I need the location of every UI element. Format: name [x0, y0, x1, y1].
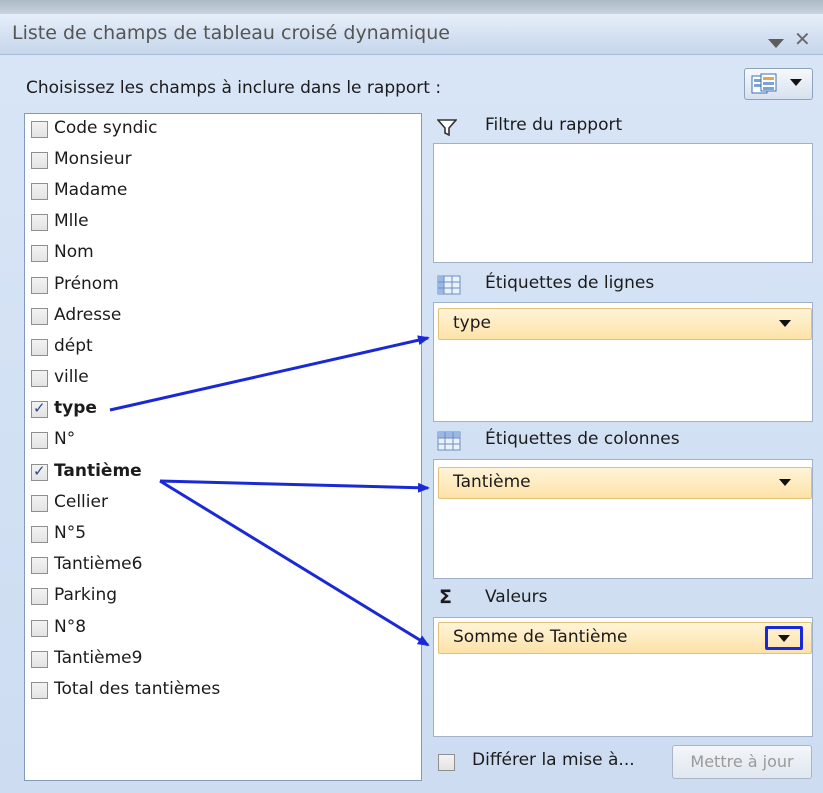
field-label: Prénom	[54, 274, 119, 294]
field-checkbox[interactable]	[31, 432, 48, 449]
columns-field-label: Tantième	[453, 472, 531, 492]
row-grid-icon	[437, 275, 461, 295]
close-icon[interactable]: ✕	[794, 27, 811, 51]
field-label: N°5	[54, 523, 87, 543]
field-checkbox[interactable]	[31, 682, 48, 699]
field-item[interactable]: Madame	[25, 179, 405, 207]
field-label: N°	[54, 429, 76, 449]
field-item[interactable]: Tantième9	[25, 647, 405, 675]
defer-update-checkbox[interactable]	[438, 754, 455, 771]
defer-update-label: Différer la mise à...	[472, 750, 635, 770]
columns-area-header: Étiquettes de colonnes	[433, 427, 813, 455]
field-label: Tantième	[54, 461, 142, 481]
field-layout-icon	[751, 73, 777, 94]
field-item[interactable]: Monsieur	[25, 148, 405, 176]
field-label: Mlle	[54, 211, 89, 231]
field-label: ville	[54, 367, 89, 387]
values-field-chip[interactable]: Somme de Tantième	[438, 622, 812, 654]
field-item-tantieme[interactable]: ✓ Tantième	[25, 460, 405, 488]
filter-area-label: Filtre du rapport	[485, 115, 623, 135]
top-strip	[0, 0, 823, 14]
field-item[interactable]: Parking	[25, 584, 405, 612]
field-checkbox[interactable]	[31, 183, 48, 200]
field-layout-button[interactable]	[744, 68, 813, 100]
field-label: N°8	[54, 617, 87, 637]
field-checkbox[interactable]	[31, 277, 48, 294]
filter-drop-zone[interactable]	[433, 143, 813, 263]
pivot-field-list-pane: Liste de champs de tableau croisé dynami…	[0, 0, 823, 793]
field-list: Code syndic Monsieur Madame Mlle Nom Pré…	[24, 113, 422, 781]
field-item[interactable]: Code syndic	[25, 117, 405, 145]
chevron-down-icon[interactable]	[779, 320, 791, 327]
values-area-header: Σ Valeurs	[433, 585, 813, 613]
field-item[interactable]: dépt	[25, 335, 405, 363]
funnel-icon	[437, 119, 457, 137]
update-button-label: Mettre à jour	[690, 752, 794, 771]
field-checkbox[interactable]	[31, 245, 48, 262]
field-checkbox[interactable]	[31, 620, 48, 637]
field-item[interactable]: Cellier	[25, 491, 405, 519]
sigma-icon: Σ	[439, 586, 452, 608]
filter-area-header: Filtre du rapport	[433, 113, 813, 141]
field-label: Total des tantièmes	[54, 679, 221, 699]
field-checkbox[interactable]	[31, 152, 48, 169]
field-item[interactable]: Total des tantièmes	[25, 678, 405, 706]
field-label: Tantième6	[54, 554, 143, 574]
field-checkbox[interactable]	[31, 651, 48, 668]
chevron-down-icon	[778, 635, 790, 642]
field-item-type[interactable]: ✓ type	[25, 397, 405, 425]
field-label: Monsieur	[54, 149, 132, 169]
values-dropdown-button[interactable]	[765, 626, 803, 650]
field-label: Nom	[54, 242, 94, 262]
rows-field-chip[interactable]: type	[438, 308, 812, 340]
field-item[interactable]: N°5	[25, 522, 405, 550]
rows-field-label: type	[453, 313, 491, 333]
field-label: dépt	[54, 336, 93, 356]
values-field-label: Somme de Tantième	[453, 627, 628, 647]
field-checkbox[interactable]	[31, 495, 48, 512]
field-item[interactable]: N°	[25, 428, 405, 456]
field-checkbox-checked[interactable]: ✓	[31, 462, 48, 481]
columns-area-label: Étiquettes de colonnes	[485, 429, 680, 449]
rows-area-header: Étiquettes de lignes	[433, 271, 813, 299]
columns-field-chip[interactable]: Tantième	[438, 467, 812, 499]
instruction-text: Choisissez les champs à inclure dans le …	[26, 78, 442, 98]
update-button[interactable]: Mettre à jour	[672, 745, 812, 779]
field-item[interactable]: Tantième6	[25, 553, 405, 581]
field-item[interactable]: Mlle	[25, 210, 405, 238]
check-icon: ✓	[33, 462, 46, 480]
field-item[interactable]: Adresse	[25, 304, 405, 332]
pane-title-bar: Liste de champs de tableau croisé dynami…	[0, 14, 823, 55]
field-checkbox[interactable]	[31, 370, 48, 387]
field-label: Code syndic	[54, 118, 158, 138]
field-checkbox[interactable]	[31, 557, 48, 574]
pane-menu-icon[interactable]	[766, 34, 786, 54]
field-checkbox[interactable]	[31, 121, 48, 138]
field-label: Tantième9	[54, 648, 143, 668]
field-label: type	[54, 398, 97, 418]
field-item[interactable]: N°8	[25, 616, 405, 644]
field-checkbox[interactable]	[31, 214, 48, 231]
values-area-label: Valeurs	[485, 587, 548, 607]
field-checkbox[interactable]	[31, 526, 48, 543]
field-label: Parking	[54, 585, 118, 605]
field-checkbox[interactable]	[31, 339, 48, 356]
field-item[interactable]: ville	[25, 366, 405, 394]
field-checkbox[interactable]	[31, 588, 48, 605]
rows-area-label: Étiquettes de lignes	[485, 273, 655, 293]
field-item[interactable]: Prénom	[25, 273, 405, 301]
field-label: Cellier	[54, 492, 108, 512]
check-icon: ✓	[33, 399, 46, 417]
pane-title: Liste de champs de tableau croisé dynami…	[12, 22, 450, 44]
field-item[interactable]: Nom	[25, 241, 405, 269]
field-label: Adresse	[54, 305, 122, 325]
field-checkbox-checked[interactable]: ✓	[31, 399, 48, 418]
field-checkbox[interactable]	[31, 308, 48, 325]
field-label: Madame	[54, 180, 128, 200]
column-grid-icon	[437, 431, 461, 451]
chevron-down-icon	[790, 79, 802, 86]
chevron-down-icon[interactable]	[779, 479, 791, 486]
